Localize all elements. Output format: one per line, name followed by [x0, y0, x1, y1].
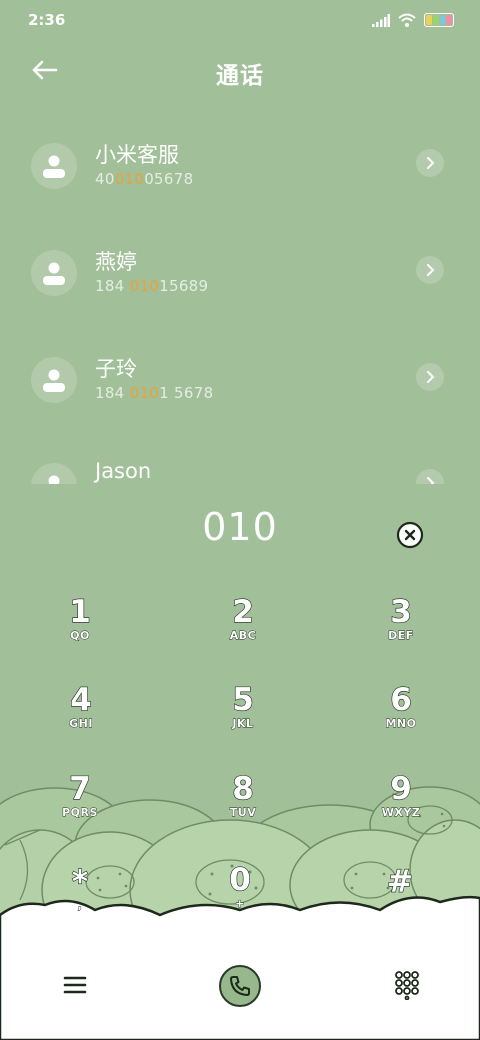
key-3[interactable]: 3 DEF: [341, 594, 461, 675]
key-4[interactable]: 4 GHI: [21, 682, 141, 763]
contact-results-list: 小米客服 4001005678 燕婷 184 01015689 子玲 184 0…: [0, 100, 480, 484]
contact-item[interactable]: 燕婷 184 01015689: [0, 242, 480, 342]
status-bar: 2:36: [0, 0, 480, 40]
key-7[interactable]: 7 PQRS: [20, 771, 140, 852]
key-0[interactable]: 0 +: [180, 862, 300, 943]
menu-icon[interactable]: [62, 972, 88, 998]
key-hash[interactable]: #: [340, 864, 460, 945]
contact-detail-button[interactable]: [416, 469, 444, 484]
wifi-icon: [398, 13, 416, 27]
avatar: [31, 143, 77, 189]
key-9[interactable]: 9 WXYZ: [341, 771, 461, 852]
contact-item[interactable]: 子玲 184 0101 5678: [0, 349, 480, 449]
key-star[interactable]: * ,: [20, 864, 140, 945]
page-title: 通话: [216, 63, 264, 89]
status-time: 2:36: [28, 11, 66, 29]
dial-keypad: 1 QO 2 ABC 3 DEF 4 GHI 5 JKL 6 MNO 7 PQR…: [0, 594, 480, 935]
backspace-delete-icon[interactable]: [396, 521, 424, 549]
battery-icon: [424, 13, 454, 27]
chevron-right-icon: [427, 157, 435, 169]
key-6[interactable]: 6 MNO: [341, 682, 461, 763]
person-icon: [43, 155, 65, 178]
person-icon: [43, 262, 65, 285]
status-icons: [372, 13, 454, 27]
call-button[interactable]: [219, 965, 261, 1007]
key-1[interactable]: 1 QO: [20, 594, 140, 675]
signal-icon: [372, 13, 390, 27]
match-highlight: 010: [114, 170, 145, 188]
avatar: [31, 357, 77, 403]
avatar: [31, 463, 77, 484]
person-icon: [43, 369, 65, 392]
chevron-right-icon: [427, 371, 435, 383]
bottom-bar: [0, 950, 480, 1040]
key-5[interactable]: 5 JKL: [183, 682, 303, 763]
chevron-right-icon: [427, 477, 435, 484]
dialpad-icon[interactable]: [393, 970, 421, 1000]
phone-icon: [230, 976, 250, 996]
contact-detail-button[interactable]: [416, 256, 444, 284]
key-2[interactable]: 2 ABC: [183, 594, 303, 675]
contact-detail-button[interactable]: [416, 149, 444, 177]
contact-item[interactable]: 小米客服 4001005678: [0, 135, 480, 235]
contact-name: 子玲: [95, 357, 137, 381]
contact-detail-button[interactable]: [416, 363, 444, 391]
contact-number: 4001005678: [95, 170, 194, 188]
contact-item[interactable]: Jason: [0, 455, 480, 484]
avatar: [31, 250, 77, 296]
contact-name: 燕婷: [95, 250, 137, 274]
contact-name: Jason: [95, 459, 152, 483]
match-highlight: 010: [129, 384, 160, 402]
person-icon: [48, 475, 60, 484]
key-8[interactable]: 8 TUV: [183, 771, 303, 852]
header: 通话: [0, 40, 480, 100]
contact-number: 184 01015689: [95, 277, 209, 295]
contact-name: 小米客服: [95, 143, 179, 167]
contact-number: 184 0101 5678: [95, 384, 214, 402]
match-highlight: 010: [129, 277, 160, 295]
chevron-right-icon: [427, 264, 435, 276]
